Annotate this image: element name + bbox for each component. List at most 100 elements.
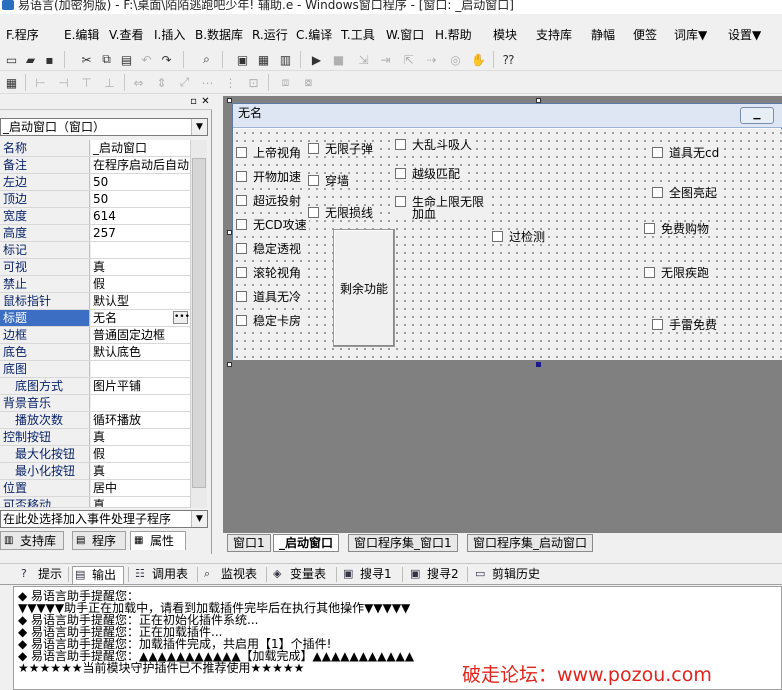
layout-grid-icon[interactable]: ▥ <box>277 51 294 68</box>
checkbox-icon[interactable] <box>236 243 247 254</box>
scrollbar-thumb[interactable] <box>192 158 206 488</box>
breakpoint-icon[interactable]: ◎ <box>447 51 464 68</box>
checkbox-god-view[interactable]: 上帝视角 <box>236 146 304 160</box>
ellipsis-button[interactable]: ••• <box>173 311 190 324</box>
checkbox-icon[interactable] <box>236 291 247 302</box>
layout-window-icon[interactable]: ▣ <box>234 51 251 68</box>
checkbox-icon[interactable] <box>644 223 655 234</box>
new-file-icon[interactable]: ▭ <box>3 51 20 68</box>
prop-row[interactable]: 背景音乐 <box>0 395 190 412</box>
chevron-down-icon[interactable]: ▼ <box>191 511 207 527</box>
prop-value[interactable] <box>91 242 190 258</box>
prop-row[interactable]: 控制按钮真 <box>0 429 190 446</box>
find-icon[interactable]: ⌕ <box>198 51 215 68</box>
menu-module[interactable]: 模块 <box>493 27 517 43</box>
checkbox-icon[interactable] <box>395 196 406 207</box>
checkbox-icon[interactable] <box>644 267 655 278</box>
prop-row[interactable]: 最小化按钮真 <box>0 463 190 480</box>
menu-program[interactable]: F.程序 <box>6 27 39 43</box>
stop-icon[interactable]: ■ <box>330 51 347 68</box>
checkbox-icon[interactable] <box>308 175 319 186</box>
menu-support-lib[interactable]: 支持库 <box>536 27 572 43</box>
menu-jingfu[interactable]: 静幅 <box>591 27 615 43</box>
step-out-icon[interactable]: ⇱ <box>400 51 417 68</box>
prop-value[interactable]: 257 <box>91 225 190 241</box>
checkbox-full-map-light[interactable]: 全图亮起 <box>652 186 720 200</box>
hand-icon[interactable]: ✋ <box>470 51 487 68</box>
checkbox-free-shop[interactable]: 免费购物 <box>644 222 712 236</box>
checkbox-icon[interactable] <box>236 315 247 326</box>
same-width-icon[interactable]: ⇔ <box>130 74 147 91</box>
checkbox-esp[interactable]: 稳定透视 <box>236 242 304 256</box>
prop-value[interactable]: 假 <box>91 276 190 292</box>
prop-value[interactable]: 真 <box>91 429 190 445</box>
prop-row[interactable]: 宽度 614 <box>0 208 190 225</box>
cut-icon[interactable]: ✂ <box>78 51 95 68</box>
checkbox-icon[interactable] <box>236 195 247 206</box>
open-folder-icon[interactable]: ▰ <box>22 51 39 68</box>
undo-icon[interactable]: ↶ <box>138 51 155 68</box>
checkbox-infinite-line[interactable]: 无限损线 <box>308 206 376 220</box>
tab-variables[interactable]: ◈ 变量表 <box>271 566 326 584</box>
prop-row[interactable]: 顶边 50 <box>0 191 190 208</box>
panel-close-icon[interactable]: ✕ <box>200 96 211 108</box>
tab-watch[interactable]: ⌕ 监视表 <box>202 566 257 584</box>
send-back-icon[interactable]: ⧇ <box>300 74 317 91</box>
tab-search2[interactable]: ▣ 搜寻2 <box>408 566 459 584</box>
checkbox-icon[interactable] <box>395 168 406 179</box>
layout-split-icon[interactable]: ▦ <box>255 51 272 68</box>
same-height-icon[interactable]: ⇕ <box>153 74 170 91</box>
checkbox-far-throw[interactable]: 超远投射 <box>236 194 304 208</box>
checkbox-no-cooldown[interactable]: 道具无冷 <box>236 290 304 304</box>
tab-search1[interactable]: ▣ 搜寻1 <box>341 566 392 584</box>
prop-row[interactable]: 禁止假 <box>0 276 190 293</box>
checkbox-scroll-view[interactable]: 滚轮视角 <box>236 266 304 280</box>
space-horizontal-icon[interactable]: ⋯ <box>199 74 216 91</box>
minimize-button[interactable]: ▁ <box>740 107 774 124</box>
prop-value[interactable]: 假 <box>91 446 190 462</box>
form-window[interactable]: 无名 ▁ 上帝视角 开物加速 超远投射 无CD攻速 稳定透视 滚轮视角 道具无冷… <box>232 103 782 360</box>
tab-clip-history[interactable]: ▭ 剪辑历史 <box>473 566 540 584</box>
prop-row[interactable]: 底图方式 图片平铺 <box>0 378 190 395</box>
prop-value[interactable]: _启动窗口 <box>91 140 190 156</box>
prop-value[interactable]: 614 <box>91 208 190 224</box>
chevron-down-icon[interactable]: ▼ <box>191 119 207 135</box>
checkbox-infinite-sprint[interactable]: 无限疾跑 <box>644 266 712 280</box>
checkbox-wall-hack[interactable]: 穿墙 <box>308 174 352 188</box>
checkbox-icon[interactable] <box>652 187 663 198</box>
tab-hint[interactable]: ? 提示 <box>19 566 62 584</box>
prop-value[interactable]: 真 <box>91 463 190 479</box>
prop-value[interactable]: 真 <box>91 497 190 507</box>
checkbox-no-cd-attack[interactable]: 无CD攻速 <box>236 218 309 232</box>
prop-value[interactable]: 居中 <box>91 480 190 496</box>
menu-settings[interactable]: 设置▼ <box>728 27 761 43</box>
menu-edit[interactable]: E.编辑 <box>64 27 99 43</box>
checkbox-icon[interactable] <box>492 231 503 242</box>
checkbox-icon[interactable] <box>308 143 319 154</box>
prop-row[interactable]: 播放次数 循环播放 <box>0 412 190 429</box>
tab-startup-window[interactable]: _启动窗口 <box>273 534 340 552</box>
prop-row-selected[interactable]: 标题 无名 ••• <box>0 310 190 327</box>
align-grid-icon[interactable]: ▦ <box>3 74 20 91</box>
align-right-icon[interactable]: ⊤ <box>78 74 95 91</box>
checkbox-bypass-check[interactable]: 过检测 <box>492 230 548 244</box>
tab-program[interactable]: ▤ 程序 <box>72 531 126 550</box>
checkbox-icon[interactable] <box>236 171 247 182</box>
prop-value[interactable] <box>91 395 190 411</box>
resize-handle[interactable] <box>227 362 232 367</box>
checkbox-free-grenade[interactable]: 手雷免费 <box>652 318 720 332</box>
property-scrollbar[interactable] <box>190 140 207 508</box>
checkbox-skip-match[interactable]: 越级匹配 <box>395 167 463 181</box>
step-in-icon[interactable]: ⇲ <box>355 51 372 68</box>
checkbox-brawl-pull[interactable]: 大乱斗吸人 <box>395 138 475 152</box>
step-over-icon[interactable]: ⇥ <box>377 51 394 68</box>
copy-icon[interactable]: ⧉ <box>98 51 115 68</box>
prop-value[interactable]: 图片平铺 <box>91 378 190 394</box>
prop-row[interactable]: 边框 普通固定边框 <box>0 327 190 344</box>
prop-value[interactable]: 循环播放 <box>91 412 190 428</box>
menu-run[interactable]: R.运行 <box>252 27 288 43</box>
checkbox-icon[interactable] <box>652 319 663 330</box>
same-size-icon[interactable]: ⤢ <box>176 74 193 91</box>
prop-row[interactable]: 可视真 <box>0 259 190 276</box>
prop-value[interactable]: 在程序启动后自动 <box>91 157 190 173</box>
